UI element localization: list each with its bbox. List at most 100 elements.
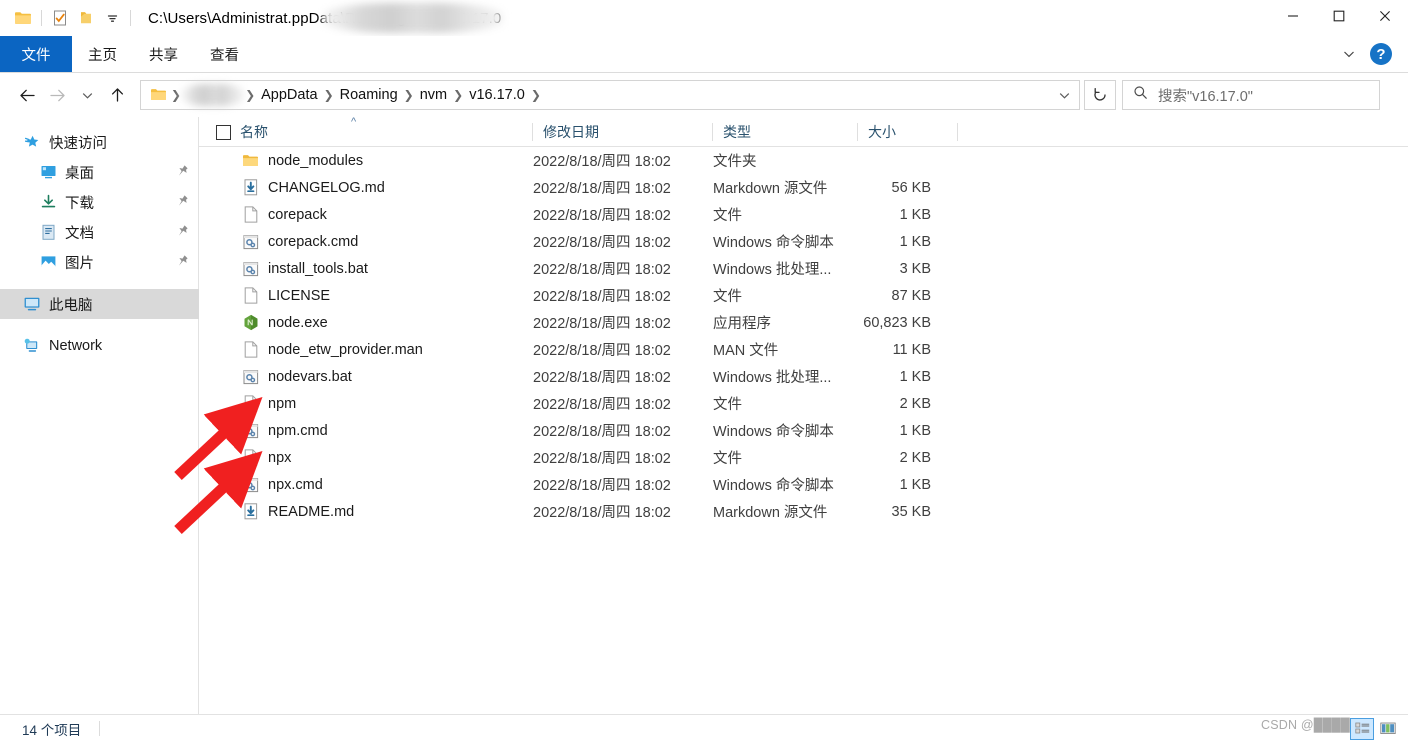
details-view-button[interactable] xyxy=(1350,717,1374,740)
file-size-cell: 1 KB xyxy=(899,422,931,439)
search-box[interactable]: 搜索"v16.17.0" xyxy=(1122,80,1380,110)
address-dropdown-icon[interactable] xyxy=(1051,89,1077,102)
new-folder-icon[interactable] xyxy=(73,5,99,31)
tab-home[interactable]: 主页 xyxy=(72,36,133,72)
large-icons-view-button[interactable] xyxy=(1376,718,1400,740)
column-header-date[interactable]: 修改日期 xyxy=(533,117,713,147)
table-row[interactable]: corepack 2022/8/18/周四 18:02 文件 1 KB xyxy=(199,201,1408,228)
column-header-name[interactable]: 名称 ^ xyxy=(199,116,533,147)
table-row[interactable]: CHANGELOG.md 2022/8/18/周四 18:02 Markdown 源… xyxy=(199,174,1408,201)
table-row[interactable]: npm 2022/8/18/周四 18:02 文件 2 KB xyxy=(199,390,1408,417)
file-name-label: npm xyxy=(268,395,297,412)
breadcrumb-roaming[interactable]: Roaming xyxy=(335,85,403,105)
table-row[interactable]: nodevars.bat 2022/8/18/周四 18:02 Windows 批处… xyxy=(199,363,1408,390)
file-name-cell[interactable]: npx xyxy=(199,449,533,466)
file-name-cell[interactable]: LICENSE xyxy=(199,287,533,304)
sidebar-item-this-pc[interactable]: 此电脑 xyxy=(0,289,199,319)
customize-toolbar-dropdown[interactable] xyxy=(99,5,125,31)
select-all-checkbox[interactable] xyxy=(216,124,231,140)
file-size-cell: 11 KB xyxy=(892,341,931,358)
file-name-cell[interactable]: npm xyxy=(199,395,533,412)
breadcrumb-nvm[interactable]: nvm xyxy=(415,85,452,105)
file-date-cell: 2022/8/18/周四 18:02 xyxy=(533,289,671,305)
file-explorer-window: C:\Users\Administrat.ppData\Roaming\nvm\… xyxy=(0,0,1408,742)
search-icon xyxy=(1133,85,1148,105)
sidebar-label-network: Network xyxy=(49,338,103,354)
table-row[interactable]: corepack.cmd 2022/8/18/周四 18:02 Windows 命令… xyxy=(199,228,1408,255)
sidebar-item-quick-access[interactable]: 快速访问 xyxy=(0,127,199,157)
file-name-label: npm.cmd xyxy=(268,422,328,439)
folder-icon[interactable] xyxy=(10,5,36,31)
table-row[interactable]: npx 2022/8/18/周四 18:02 文件 2 KB xyxy=(199,444,1408,471)
forward-button[interactable] xyxy=(42,80,72,110)
column-header-size[interactable]: 大小 xyxy=(858,117,958,147)
help-icon[interactable]: ? xyxy=(1370,43,1392,65)
script-icon xyxy=(242,368,259,385)
file-name-cell[interactable]: README.md xyxy=(199,503,533,520)
pin-icon-desktop[interactable] xyxy=(176,164,189,181)
file-name-cell[interactable]: corepack xyxy=(199,206,533,223)
sidebar-item-downloads[interactable]: 下载 xyxy=(0,187,199,217)
column-label-date: 修改日期 xyxy=(543,124,599,140)
breadcrumb-separator-4[interactable]: ❯ xyxy=(452,88,464,102)
breadcrumb-username-redacted[interactable] xyxy=(182,84,245,106)
breadcrumb-version[interactable]: v16.17.0 xyxy=(464,85,530,105)
pin-icon-pictures[interactable] xyxy=(176,254,189,271)
breadcrumb-appdata[interactable]: AppData xyxy=(256,85,322,105)
sidebar-item-desktop[interactable]: 桌面 xyxy=(0,157,199,187)
table-row[interactable]: install_tools.bat 2022/8/18/周四 18:02 Windo… xyxy=(199,255,1408,282)
table-row[interactable]: node.exe 2022/8/18/周四 18:02 应用程序 60,823 KB xyxy=(199,309,1408,336)
sidebar-item-pictures[interactable]: 图片 xyxy=(0,247,199,277)
pin-icon-downloads[interactable] xyxy=(176,194,189,211)
breadcrumb-separator-3[interactable]: ❯ xyxy=(403,88,415,102)
window-controls xyxy=(1270,0,1408,32)
breadcrumb-folder-icon[interactable] xyxy=(147,85,170,105)
column-divider-4[interactable] xyxy=(957,123,958,141)
file-name-cell[interactable]: npx.cmd xyxy=(199,476,533,493)
this-pc-icon xyxy=(22,294,42,314)
properties-icon[interactable] xyxy=(47,5,73,31)
refresh-button[interactable] xyxy=(1084,80,1116,110)
breadcrumb-separator-1[interactable]: ❯ xyxy=(244,88,256,102)
file-type-cell: 文件 xyxy=(713,289,742,305)
breadcrumb-separator-2[interactable]: ❯ xyxy=(323,88,335,102)
file-name-cell[interactable]: node_etw_provider.man xyxy=(199,341,533,358)
file-type-cell: 文件 xyxy=(713,451,742,467)
blank-icon xyxy=(242,395,259,412)
sidebar-item-documents[interactable]: 文档 xyxy=(0,217,199,247)
search-input[interactable]: 搜索"v16.17.0" xyxy=(1158,85,1253,106)
up-button[interactable] xyxy=(102,80,132,110)
file-name-cell[interactable]: npm.cmd xyxy=(199,422,533,439)
pin-icon-documents[interactable] xyxy=(176,224,189,241)
minimize-button[interactable] xyxy=(1270,0,1316,32)
sidebar-item-network[interactable]: Network xyxy=(0,331,199,361)
back-button[interactable] xyxy=(12,80,42,110)
close-button[interactable] xyxy=(1362,0,1408,32)
table-row[interactable]: node_modules 2022/8/18/周四 18:02 文件夹 xyxy=(199,147,1408,174)
tab-share[interactable]: 共享 xyxy=(133,36,194,72)
recent-locations-button[interactable] xyxy=(72,80,102,110)
file-name-cell[interactable]: CHANGELOG.md xyxy=(199,179,533,196)
file-name-cell[interactable]: corepack.cmd xyxy=(199,233,533,250)
table-row[interactable]: npx.cmd 2022/8/18/周四 18:02 Windows 命令脚本 1 K… xyxy=(199,471,1408,498)
maximize-button[interactable] xyxy=(1316,0,1362,32)
table-row[interactable]: README.md 2022/8/18/周四 18:02 Markdown 源文件 3… xyxy=(199,498,1408,525)
table-row[interactable]: LICENSE 2022/8/18/周四 18:02 文件 87 KB xyxy=(199,282,1408,309)
navigation-pane: 快速访问 桌面 下载 文档 图片 此电脑 Network xyxy=(0,117,199,714)
column-header-type[interactable]: 类型 xyxy=(713,117,858,147)
file-name-cell[interactable]: node.exe xyxy=(199,314,533,331)
address-bar[interactable]: ❯ ❯ AppData ❯ Roaming ❯ nvm ❯ v16.17.0 ❯ xyxy=(140,80,1080,110)
file-name-cell[interactable]: nodevars.bat xyxy=(199,368,533,385)
file-name-cell[interactable]: install_tools.bat xyxy=(199,260,533,277)
file-date-cell: 2022/8/18/周四 18:02 xyxy=(533,451,671,467)
table-row[interactable]: npm.cmd 2022/8/18/周四 18:02 Windows 命令脚本 1 K… xyxy=(199,417,1408,444)
column-label-size: 大小 xyxy=(868,124,896,140)
breadcrumb-separator-5[interactable]: ❯ xyxy=(530,88,542,102)
file-name-cell[interactable]: node_modules xyxy=(199,152,533,169)
table-row[interactable]: node_etw_provider.man 2022/8/18/周四 18:02 M… xyxy=(199,336,1408,363)
chevron-down-icon[interactable] xyxy=(1336,41,1362,67)
breadcrumb-separator-0[interactable]: ❯ xyxy=(170,88,182,102)
tab-file[interactable]: 文件 xyxy=(0,36,72,72)
tab-view[interactable]: 查看 xyxy=(194,36,255,72)
downloads-icon xyxy=(38,192,58,212)
